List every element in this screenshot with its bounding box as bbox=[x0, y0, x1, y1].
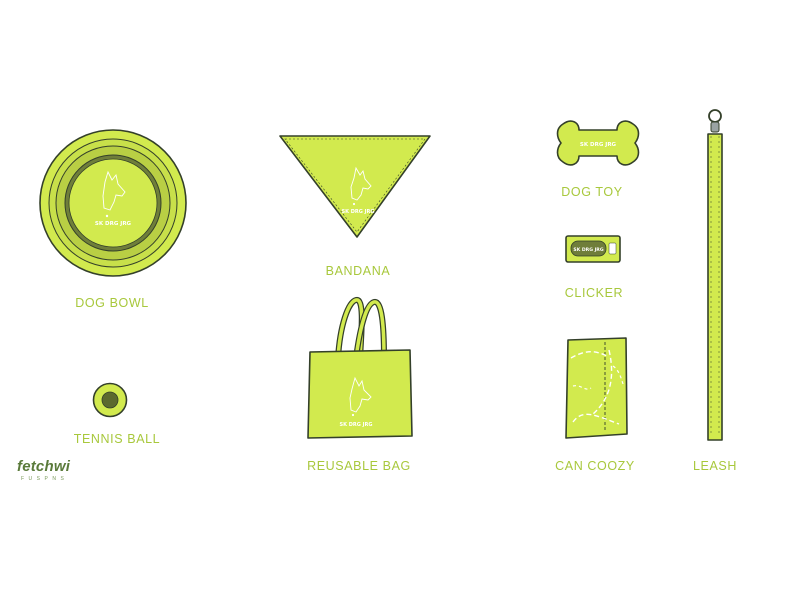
can-coozy-label: CAN COOZY bbox=[555, 459, 635, 473]
dog-toy-label: DOG TOY bbox=[561, 185, 623, 199]
bandana-image: SK DRG JRG bbox=[278, 134, 432, 240]
bandana-label: BANDANA bbox=[325, 264, 391, 278]
leash-label: LEASH bbox=[693, 459, 737, 473]
bandana-print-text: SK DRG JRG bbox=[342, 209, 375, 215]
reusable-bag-label: REUSABLE BAG bbox=[307, 459, 411, 473]
brand-subtext: FUSPNS bbox=[21, 476, 69, 482]
leash-image bbox=[700, 106, 730, 442]
can-coozy-image bbox=[563, 336, 631, 440]
clicker-label: CLICKER bbox=[564, 286, 624, 300]
brand-wordmark: fetchwi bbox=[17, 458, 71, 475]
reusable-bag-image: SK DRG JRG bbox=[304, 296, 416, 440]
tennis-ball-image bbox=[92, 382, 128, 418]
bowl-print-text: SK DRG JRG bbox=[95, 221, 132, 227]
clicker-print-text: SK DRG JRG bbox=[573, 247, 603, 253]
dog-bowl-label: DOG BOWL bbox=[75, 296, 149, 310]
tennis-ball-label: TENNIS BALL bbox=[73, 432, 161, 446]
dog-toy-image: SK DRG JRG bbox=[543, 116, 653, 172]
dog-toy-print-text: SK DRG JRG bbox=[580, 142, 617, 148]
bag-print-text: SK DRG JRG bbox=[340, 422, 373, 428]
brand-logo: fetchwi FUSPNS bbox=[17, 458, 97, 490]
clicker-image: SK DRG JRG bbox=[565, 235, 621, 263]
dog-bowl-image: SK DRG JRG bbox=[38, 128, 188, 278]
